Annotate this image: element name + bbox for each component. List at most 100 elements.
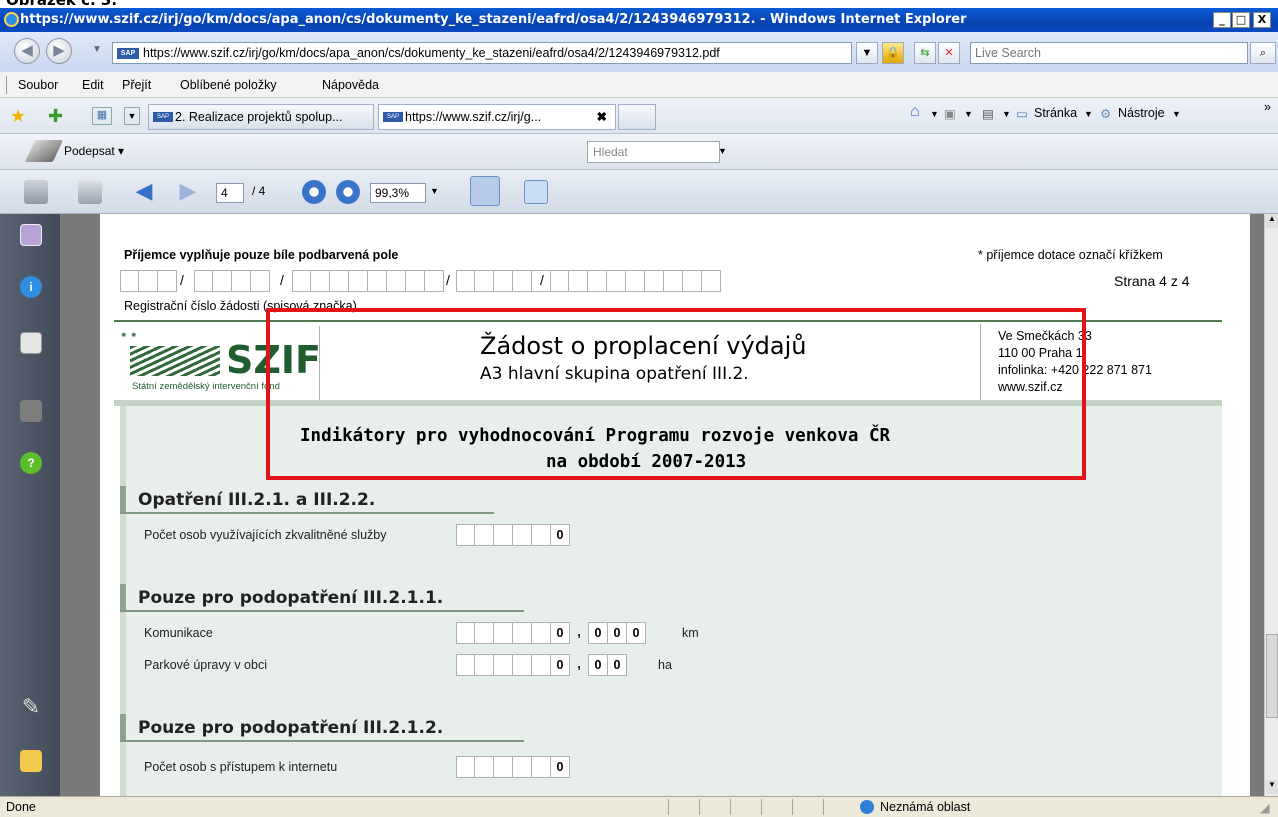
tools-dropdown-icon[interactable]: ▼ [1172, 109, 1181, 119]
reg-number-group-1[interactable] [120, 270, 177, 292]
tab-list-dropdown-icon[interactable]: ▼ [124, 107, 140, 125]
zoom-in-icon[interactable] [336, 180, 360, 204]
forward-button[interactable]: ▶ [46, 38, 72, 64]
stop-icon[interactable]: ✕ [938, 42, 960, 64]
feeds-icon[interactable]: ▣ [944, 106, 956, 121]
reg-slash: / [446, 272, 450, 288]
favorites-star-icon[interactable]: ★ [10, 106, 26, 127]
reg-number-group-5[interactable] [550, 270, 721, 292]
minimize-button[interactable]: _ [1213, 12, 1231, 28]
tools-menu-button[interactable]: Nástroje [1118, 106, 1165, 120]
resize-grip-icon[interactable]: ◢ [1260, 800, 1270, 815]
new-tab-button[interactable] [618, 104, 656, 130]
maximize-button[interactable]: □ [1232, 12, 1250, 28]
back-button[interactable]: ◀ [14, 38, 40, 64]
help-icon[interactable]: ? [20, 452, 42, 474]
url-field[interactable]: SAP https://www.szif.cz/irj/go/km/docs/a… [112, 42, 852, 64]
home-icon[interactable]: ⌂ [910, 103, 920, 121]
live-search-input[interactable]: Live Search [970, 42, 1248, 64]
parks-field[interactable]: 0,00 [456, 654, 627, 676]
tab-szif-pdf-label: https://www.szif.cz/irj/g... [405, 110, 542, 124]
unit-km: km [682, 626, 699, 640]
section-marker [120, 584, 126, 610]
attachments-icon[interactable]: ✎ [20, 694, 42, 719]
reg-slash: / [180, 272, 184, 288]
page-dropdown-icon[interactable]: ▼ [1084, 109, 1093, 119]
scroll-up-icon[interactable]: ▲ [1266, 214, 1278, 228]
home-dropdown-icon[interactable]: ▼ [930, 109, 939, 119]
search-icon[interactable]: ⌕ [1250, 42, 1276, 64]
sign-pen-icon [24, 140, 64, 162]
menu-grip [6, 76, 7, 94]
binoculars-icon[interactable] [20, 400, 42, 422]
roads-label: Komunikace [144, 626, 213, 640]
parks-label: Parkové úpravy v obci [144, 658, 267, 672]
persons-field[interactable]: 0 [456, 524, 570, 546]
ie-icon [4, 12, 19, 27]
print-dropdown-icon[interactable]: ▼ [1002, 109, 1011, 119]
scroll-thumb[interactable] [1266, 634, 1278, 718]
next-page-icon[interactable]: ▶ [176, 180, 200, 204]
internet-field[interactable]: 0 [456, 756, 570, 778]
zone-text: Neznámá oblast [880, 800, 971, 814]
add-favorite-icon[interactable]: ✚ [48, 106, 63, 127]
refresh-icon[interactable]: ⇆ [914, 42, 936, 64]
section-rule [120, 740, 524, 742]
cross-note: * příjemce dotace označí křížkem [978, 248, 1163, 262]
pages-panel-icon[interactable] [20, 224, 42, 246]
menu-item-napoveda[interactable]: Nápověda [322, 78, 379, 92]
tab-szif-pdf[interactable]: SAP https://www.szif.cz/irj/g... ✖ [378, 104, 616, 130]
unit-ha: ha [658, 658, 672, 672]
zoom-level-field[interactable]: 99,3% [370, 183, 426, 203]
sign-menu-button[interactable]: Podepsat ▾ [64, 144, 124, 158]
tab-realizace[interactable]: SAP 2. Realizace projektů spolup... [148, 104, 374, 130]
vertical-scrollbar[interactable]: ▲ ▼ [1264, 214, 1278, 796]
window-title: https://www.szif.cz/irj/go/km/docs/apa_a… [20, 12, 967, 27]
page-number-input[interactable]: 4 [216, 183, 244, 203]
menu-item-oblibene[interactable]: Oblíbené položky [180, 78, 277, 92]
reg-number-group-4[interactable] [456, 270, 551, 292]
history-dropdown-icon[interactable]: ▼ [92, 44, 102, 55]
comments-icon[interactable] [20, 750, 42, 772]
close-window-button[interactable]: X [1253, 12, 1271, 28]
close-tab-icon[interactable]: ✖ [597, 105, 607, 129]
tools-gear-icon: ⚙ [1100, 107, 1112, 121]
page-total: / 4 [252, 184, 266, 198]
section-rule [120, 610, 524, 612]
caption: Obrázek č. 3. [0, 0, 1278, 8]
lock-icon[interactable]: 🔒 [882, 42, 904, 64]
info-icon[interactable]: i [20, 276, 42, 298]
caption-text: Obrázek č. 3. [6, 0, 117, 8]
previous-page-icon[interactable]: ◀ [132, 180, 156, 204]
page-menu-button[interactable]: Stránka [1034, 106, 1077, 120]
scroll-down-icon[interactable]: ▼ [1266, 780, 1278, 794]
url-text: https://www.szif.cz/irj/go/km/docs/apa_a… [143, 46, 720, 60]
tab-favicon: SAP [153, 112, 173, 122]
document-icon[interactable] [20, 332, 42, 354]
reg-number-group-2[interactable] [194, 270, 270, 292]
reg-number-group-3[interactable] [292, 270, 444, 292]
reg-slash: / [540, 272, 544, 288]
section-marker [120, 714, 126, 740]
pdf-search-input[interactable]: Hledat [587, 141, 720, 163]
feeds-dropdown-icon[interactable]: ▼ [964, 109, 973, 119]
pdf-viewport[interactable]: Příjemce vyplňuje pouze bíle podbarvená … [60, 214, 1264, 796]
section-marker [120, 486, 126, 512]
print-icon[interactable]: ▤ [982, 106, 994, 121]
fit-width-icon[interactable] [470, 176, 500, 206]
menu-item-soubor[interactable]: Soubor [18, 78, 58, 92]
status-bar: Done Neznámá oblast ◢ [0, 796, 1278, 817]
roads-field[interactable]: 0,000 [456, 622, 646, 644]
print-icon[interactable] [24, 180, 48, 204]
pdf-search-dropdown-icon[interactable]: ▼ [718, 146, 727, 156]
zoom-dropdown-icon[interactable]: ▼ [430, 186, 439, 196]
logo-stars-icon: ⁕ ⁕ [120, 330, 138, 340]
url-dropdown-icon[interactable]: ▼ [856, 42, 878, 64]
zoom-out-icon[interactable] [302, 180, 326, 204]
menu-item-prejit[interactable]: Přejít [122, 78, 151, 92]
fit-page-icon[interactable] [524, 180, 548, 204]
more-commands-button[interactable]: » [1264, 100, 1271, 114]
menu-item-edit[interactable]: Edit [82, 78, 104, 92]
save-icon[interactable] [78, 180, 102, 204]
quick-tabs-icon[interactable]: ▦ [92, 107, 112, 125]
